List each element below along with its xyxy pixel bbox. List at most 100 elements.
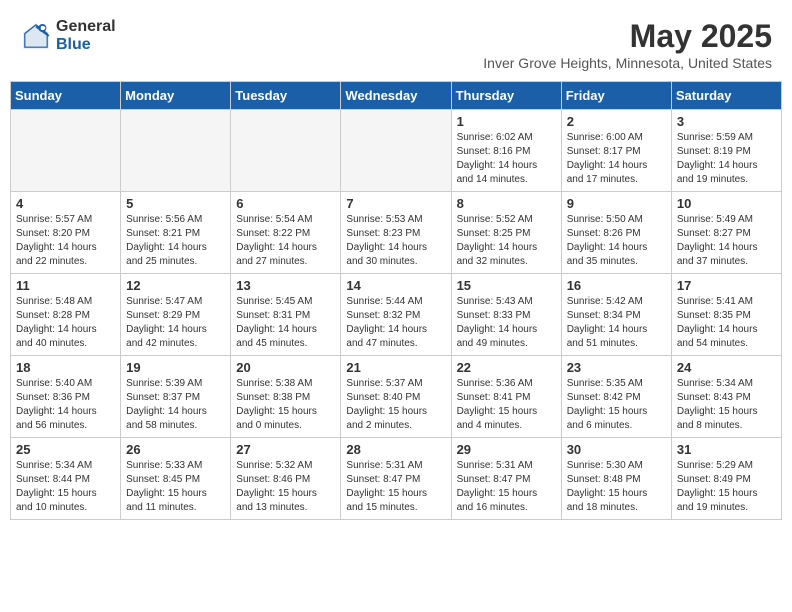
location-subtitle: Inver Grove Heights, Minnesota, United S… xyxy=(483,55,772,71)
calendar-cell: 26 Sunrise: 5:33 AM Sunset: 8:45 PM Dayli… xyxy=(121,438,231,520)
calendar-cell: 25Sunrise: 5:34 AM Sunset: 8:44 PM Dayli… xyxy=(11,438,121,520)
logo-text: General Blue xyxy=(56,18,116,53)
day-info: Sunrise: 5:54 AM Sunset: 8:22 PM Dayligh… xyxy=(236,213,335,269)
day-number: 31 xyxy=(677,442,776,457)
weekday-sunday: Sunday xyxy=(11,82,121,110)
calendar-week-3: 18 Sunrise: 5:40 AM Sunset: 8:36 PM Dayli… xyxy=(11,356,782,438)
logo: General Blue xyxy=(20,18,116,53)
calendar-cell: 24Sunrise: 5:34 AM Sunset: 8:43 PM Dayli… xyxy=(671,356,781,438)
day-number: 2 xyxy=(567,114,666,129)
calendar-cell: 16 Sunrise: 5:42 AM Sunset: 8:34 PM Dayli… xyxy=(561,274,671,356)
page-header: General Blue May 2025 Inver Grove Height… xyxy=(10,10,782,75)
day-number: 7 xyxy=(346,196,445,211)
day-number: 9 xyxy=(567,196,666,211)
calendar-cell: 28Sunrise: 5:31 AM Sunset: 8:47 PM Dayli… xyxy=(341,438,451,520)
calendar-cell: 17 Sunrise: 5:41 AM Sunset: 8:35 PM Dayli… xyxy=(671,274,781,356)
day-number: 1 xyxy=(457,114,556,129)
day-info: Sunrise: 5:39 AM Sunset: 8:37 PM Dayligh… xyxy=(126,377,225,433)
day-info: Sunrise: 5:34 AM Sunset: 8:44 PM Dayligh… xyxy=(16,459,115,515)
day-number: 13 xyxy=(236,278,335,293)
day-number: 30 xyxy=(567,442,666,457)
day-info: Sunrise: 5:37 AM Sunset: 8:40 PM Dayligh… xyxy=(346,377,445,433)
calendar-cell: 19 Sunrise: 5:39 AM Sunset: 8:37 PM Dayli… xyxy=(121,356,231,438)
day-info: Sunrise: 5:33 AM Sunset: 8:45 PM Dayligh… xyxy=(126,459,225,515)
day-info: Sunrise: 5:59 AM Sunset: 8:19 PM Dayligh… xyxy=(677,131,776,187)
calendar-cell: 18 Sunrise: 5:40 AM Sunset: 8:36 PM Dayli… xyxy=(11,356,121,438)
day-number: 12 xyxy=(126,278,225,293)
day-info: Sunrise: 5:52 AM Sunset: 8:25 PM Dayligh… xyxy=(457,213,556,269)
logo-general: General xyxy=(56,18,116,36)
calendar-week-4: 25Sunrise: 5:34 AM Sunset: 8:44 PM Dayli… xyxy=(11,438,782,520)
calendar-cell: 27 Sunrise: 5:32 AM Sunset: 8:46 PM Dayli… xyxy=(231,438,341,520)
weekday-saturday: Saturday xyxy=(671,82,781,110)
day-info: Sunrise: 5:47 AM Sunset: 8:29 PM Dayligh… xyxy=(126,295,225,351)
day-number: 29 xyxy=(457,442,556,457)
day-number: 21 xyxy=(346,360,445,375)
day-number: 4 xyxy=(16,196,115,211)
weekday-thursday: Thursday xyxy=(451,82,561,110)
calendar-cell: 31 Sunrise: 5:29 AM Sunset: 8:49 PM Dayli… xyxy=(671,438,781,520)
calendar-cell: 5 Sunrise: 5:56 AM Sunset: 8:21 PM Daylig… xyxy=(121,192,231,274)
day-number: 27 xyxy=(236,442,335,457)
day-number: 17 xyxy=(677,278,776,293)
calendar-cell: 9Sunrise: 5:50 AM Sunset: 8:26 PM Daylig… xyxy=(561,192,671,274)
logo-blue: Blue xyxy=(56,36,116,54)
title-area: May 2025 Inver Grove Heights, Minnesota,… xyxy=(483,18,772,71)
calendar-cell: 29 Sunrise: 5:31 AM Sunset: 8:47 PM Dayli… xyxy=(451,438,561,520)
calendar-body: 1 Sunrise: 6:02 AM Sunset: 8:16 PM Daylig… xyxy=(11,110,782,520)
weekday-tuesday: Tuesday xyxy=(231,82,341,110)
day-number: 15 xyxy=(457,278,556,293)
day-info: Sunrise: 5:53 AM Sunset: 8:23 PM Dayligh… xyxy=(346,213,445,269)
day-info: Sunrise: 5:36 AM Sunset: 8:41 PM Dayligh… xyxy=(457,377,556,433)
calendar-cell xyxy=(121,110,231,192)
calendar-cell xyxy=(231,110,341,192)
day-number: 3 xyxy=(677,114,776,129)
day-number: 26 xyxy=(126,442,225,457)
day-info: Sunrise: 5:35 AM Sunset: 8:42 PM Dayligh… xyxy=(567,377,666,433)
day-info: Sunrise: 5:56 AM Sunset: 8:21 PM Dayligh… xyxy=(126,213,225,269)
day-number: 16 xyxy=(567,278,666,293)
day-info: Sunrise: 5:38 AM Sunset: 8:38 PM Dayligh… xyxy=(236,377,335,433)
weekday-wednesday: Wednesday xyxy=(341,82,451,110)
day-info: Sunrise: 5:44 AM Sunset: 8:32 PM Dayligh… xyxy=(346,295,445,351)
calendar-cell: 13 Sunrise: 5:45 AM Sunset: 8:31 PM Dayli… xyxy=(231,274,341,356)
day-info: Sunrise: 5:30 AM Sunset: 8:48 PM Dayligh… xyxy=(567,459,666,515)
day-info: Sunrise: 5:57 AM Sunset: 8:20 PM Dayligh… xyxy=(16,213,115,269)
month-title: May 2025 xyxy=(483,18,772,55)
calendar-cell: 21 Sunrise: 5:37 AM Sunset: 8:40 PM Dayli… xyxy=(341,356,451,438)
calendar-week-2: 11Sunrise: 5:48 AM Sunset: 8:28 PM Dayli… xyxy=(11,274,782,356)
day-info: Sunrise: 5:32 AM Sunset: 8:46 PM Dayligh… xyxy=(236,459,335,515)
day-number: 20 xyxy=(236,360,335,375)
day-info: Sunrise: 5:45 AM Sunset: 8:31 PM Dayligh… xyxy=(236,295,335,351)
calendar-cell: 1 Sunrise: 6:02 AM Sunset: 8:16 PM Daylig… xyxy=(451,110,561,192)
day-number: 11 xyxy=(16,278,115,293)
day-number: 22 xyxy=(457,360,556,375)
calendar-cell: 12 Sunrise: 5:47 AM Sunset: 8:29 PM Dayli… xyxy=(121,274,231,356)
weekday-header-row: SundayMondayTuesdayWednesdayThursdayFrid… xyxy=(11,82,782,110)
calendar-week-0: 1 Sunrise: 6:02 AM Sunset: 8:16 PM Daylig… xyxy=(11,110,782,192)
day-info: Sunrise: 5:40 AM Sunset: 8:36 PM Dayligh… xyxy=(16,377,115,433)
day-number: 5 xyxy=(126,196,225,211)
day-info: Sunrise: 5:29 AM Sunset: 8:49 PM Dayligh… xyxy=(677,459,776,515)
day-info: Sunrise: 5:31 AM Sunset: 8:47 PM Dayligh… xyxy=(346,459,445,515)
logo-icon xyxy=(20,20,52,52)
day-info: Sunrise: 5:42 AM Sunset: 8:34 PM Dayligh… xyxy=(567,295,666,351)
calendar-cell: 30 Sunrise: 5:30 AM Sunset: 8:48 PM Dayli… xyxy=(561,438,671,520)
day-number: 24 xyxy=(677,360,776,375)
day-number: 23 xyxy=(567,360,666,375)
calendar-cell: 10 Sunrise: 5:49 AM Sunset: 8:27 PM Dayli… xyxy=(671,192,781,274)
day-number: 14 xyxy=(346,278,445,293)
day-info: Sunrise: 5:49 AM Sunset: 8:27 PM Dayligh… xyxy=(677,213,776,269)
day-info: Sunrise: 5:31 AM Sunset: 8:47 PM Dayligh… xyxy=(457,459,556,515)
day-info: Sunrise: 5:41 AM Sunset: 8:35 PM Dayligh… xyxy=(677,295,776,351)
day-number: 6 xyxy=(236,196,335,211)
calendar-cell: 14 Sunrise: 5:44 AM Sunset: 8:32 PM Dayli… xyxy=(341,274,451,356)
weekday-friday: Friday xyxy=(561,82,671,110)
day-number: 19 xyxy=(126,360,225,375)
calendar-cell: 22 Sunrise: 5:36 AM Sunset: 8:41 PM Dayli… xyxy=(451,356,561,438)
weekday-monday: Monday xyxy=(121,82,231,110)
day-number: 10 xyxy=(677,196,776,211)
calendar-cell xyxy=(11,110,121,192)
day-info: Sunrise: 6:02 AM Sunset: 8:16 PM Dayligh… xyxy=(457,131,556,187)
day-number: 18 xyxy=(16,360,115,375)
